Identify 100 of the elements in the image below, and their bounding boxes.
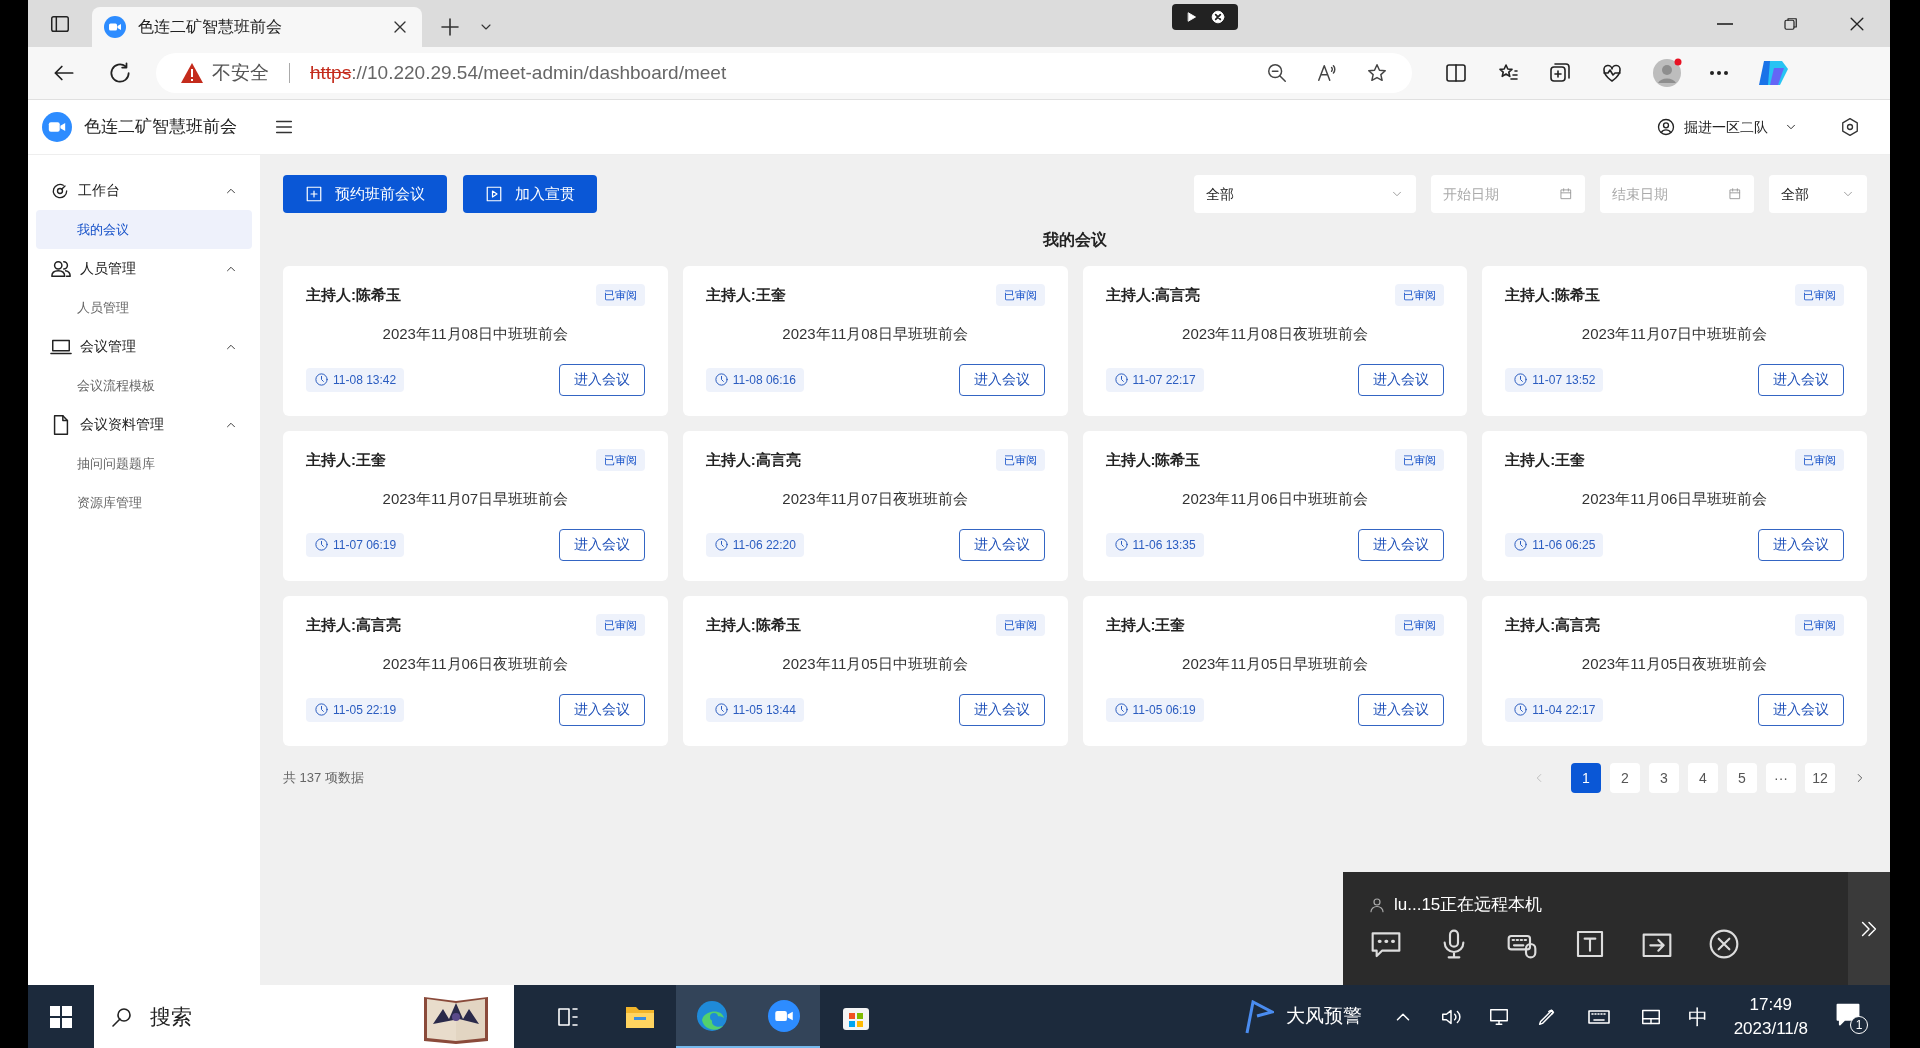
host-name: 主持人:王奎 bbox=[1105, 614, 1186, 635]
enter-meeting-button[interactable]: 进入会议 bbox=[1358, 528, 1445, 561]
host-name: 主持人:高言亮 bbox=[1105, 284, 1201, 305]
more-icon[interactable] bbox=[1710, 71, 1728, 75]
time-chip: 11-06 13:35 bbox=[1105, 532, 1204, 557]
time-chip: 11-06 06:25 bbox=[1505, 532, 1604, 557]
host-name: 主持人:王奎 bbox=[1505, 449, 1586, 470]
plus-square-icon bbox=[305, 185, 323, 203]
clock-time: 17:49 bbox=[1749, 993, 1793, 1016]
page-button[interactable]: 3 bbox=[1649, 763, 1679, 793]
video-camera-icon bbox=[104, 16, 126, 38]
collections-icon bbox=[1548, 61, 1572, 85]
time-chip: 11-05 06:19 bbox=[1105, 697, 1204, 722]
browser-icon[interactable] bbox=[696, 999, 728, 1032]
status-badge: 已审阅 bbox=[1795, 283, 1844, 307]
user-menu[interactable]: 掘进一区二队 bbox=[1656, 116, 1798, 138]
zoom-out-icon bbox=[1266, 62, 1288, 84]
clock-icon bbox=[1113, 372, 1129, 387]
video-camera-icon[interactable] bbox=[768, 999, 800, 1032]
meeting-title: 2023年11月08日早班班前会 bbox=[782, 324, 968, 344]
meeting-title: 2023年11月07日夜班班前会 bbox=[782, 489, 968, 509]
enter-meeting-button[interactable]: 进入会议 bbox=[1358, 693, 1445, 726]
page-button[interactable]: 4 bbox=[1688, 763, 1718, 793]
remote-control-widget[interactable] bbox=[1172, 4, 1238, 30]
clock-icon bbox=[713, 702, 729, 717]
calendar-icon bbox=[1728, 187, 1742, 201]
host-name: 主持人:高言亮 bbox=[705, 449, 801, 470]
enter-meeting-button[interactable]: 进入会议 bbox=[958, 693, 1045, 726]
sidebar-item[interactable]: 资源库管理 bbox=[36, 483, 252, 522]
meeting-title: 2023年11月05日中班班前会 bbox=[782, 654, 968, 674]
enter-meeting-button[interactable]: 进入会议 bbox=[558, 528, 645, 561]
play-icon bbox=[1185, 10, 1199, 24]
enter-meeting-button[interactable]: 进入会议 bbox=[1758, 363, 1844, 396]
status-badge: 已审阅 bbox=[995, 613, 1045, 637]
calendar-icon bbox=[1559, 187, 1573, 201]
time-chip: 11-08 06:16 bbox=[705, 367, 804, 392]
enter-meeting-button[interactable]: 进入会议 bbox=[558, 363, 645, 396]
url-text: https://10.220.29.54/meet-admin/dashboard/meet bbox=[310, 60, 727, 85]
page-button[interactable]: ··· bbox=[1766, 763, 1796, 793]
enter-meeting-button[interactable]: 进入会议 bbox=[1758, 528, 1844, 561]
host-name: 主持人:陈希玉 bbox=[705, 614, 801, 635]
time-chip: 11-04 22:17 bbox=[1505, 697, 1604, 722]
meeting-title: 2023年11月07日中班班前会 bbox=[1581, 324, 1768, 344]
status-badge: 已审阅 bbox=[1795, 448, 1844, 472]
sidebar-group[interactable]: 会议资料管理 bbox=[36, 405, 252, 444]
time-chip: 11-08 13:42 bbox=[306, 367, 405, 392]
meeting-title: 2023年11月05日夜班班前会 bbox=[1581, 654, 1768, 674]
sidebar-group[interactable]: 会议管理 bbox=[36, 327, 252, 366]
host-name: 主持人:高言亮 bbox=[1505, 614, 1601, 635]
meeting-title: 2023年11月06日夜班班前会 bbox=[382, 654, 569, 674]
clock-icon bbox=[713, 537, 729, 552]
meeting-title: 2023年11月06日早班班前会 bbox=[1581, 489, 1768, 509]
select-field[interactable]: 全部 bbox=[1194, 175, 1416, 213]
toolbar-button[interactable]: 预约班前会议 bbox=[283, 175, 447, 213]
time-chip: 11-05 13:44 bbox=[705, 697, 804, 722]
enter-meeting-button[interactable]: 进入会议 bbox=[558, 693, 645, 726]
enter-meeting-button[interactable]: 进入会议 bbox=[1758, 693, 1844, 726]
remote-status: lu...15正在远程本机 bbox=[1394, 894, 1543, 916]
address-bar[interactable]: 不安全 https://10.220.29.54/meet-admin/dashboard/meet bbox=[156, 53, 1412, 93]
sidebar-item[interactable]: 抽问问题题库 bbox=[36, 444, 252, 483]
clock-icon bbox=[314, 372, 329, 387]
page-button[interactable]: 5 bbox=[1727, 763, 1757, 793]
toolbar-button[interactable]: 加入宣贯 bbox=[463, 175, 597, 213]
profile-avatar-icon[interactable] bbox=[1652, 58, 1682, 88]
split-screen-icon bbox=[1444, 61, 1468, 85]
meeting-title: 2023年11月08日中班班前会 bbox=[382, 324, 569, 344]
host-name: 主持人:陈希玉 bbox=[1505, 284, 1601, 305]
clock-icon bbox=[1513, 372, 1529, 387]
enter-meeting-button[interactable]: 进入会议 bbox=[958, 363, 1045, 396]
user-icon bbox=[1368, 895, 1386, 914]
host-name: 主持人:王奎 bbox=[705, 284, 786, 305]
clock-icon bbox=[713, 372, 729, 387]
sidebar-group[interactable]: 工作台 bbox=[36, 171, 252, 210]
sidebar-item[interactable]: 人员管理 bbox=[36, 288, 252, 327]
sidebar-item[interactable]: 会议流程模板 bbox=[36, 366, 252, 405]
browser-tab[interactable]: 色连二矿智慧班前会 bbox=[92, 7, 422, 47]
time-chip: 11-05 22:19 bbox=[306, 697, 405, 722]
status-badge: 已审阅 bbox=[595, 283, 645, 307]
select-field[interactable]: 全部 bbox=[1769, 175, 1867, 213]
time-chip: 11-07 06:19 bbox=[306, 532, 405, 557]
time-chip: 11-07 13:52 bbox=[1505, 367, 1604, 392]
page-button[interactable]: 2 bbox=[1610, 763, 1640, 793]
section-title: 我的会议 bbox=[1043, 230, 1107, 250]
enter-meeting-button[interactable]: 进入会议 bbox=[1358, 363, 1445, 396]
page-button[interactable]: 1 bbox=[1571, 763, 1601, 793]
warning-icon bbox=[180, 62, 204, 84]
taskbar-search-field[interactable]: 搜索 bbox=[94, 985, 514, 1048]
enter-meeting-button[interactable]: 进入会议 bbox=[958, 528, 1045, 561]
play-square-icon bbox=[485, 185, 503, 203]
copilot-icon[interactable] bbox=[1756, 58, 1790, 88]
minimize-icon[interactable] bbox=[1717, 22, 1733, 25]
meeting-title: 2023年11月05日早班班前会 bbox=[1182, 654, 1368, 674]
host-name: 主持人:高言亮 bbox=[306, 614, 401, 635]
weather-alert[interactable]: 大风预警 bbox=[1285, 1002, 1362, 1031]
clock-icon bbox=[314, 702, 329, 717]
sidebar-group[interactable]: 人员管理 bbox=[36, 249, 252, 288]
input-method-indicator[interactable]: 中 bbox=[1687, 1001, 1708, 1032]
sidebar-item[interactable]: 我的会议 bbox=[36, 210, 252, 249]
page-button[interactable]: 12 bbox=[1805, 763, 1835, 793]
windows-start-icon[interactable] bbox=[50, 1005, 72, 1028]
